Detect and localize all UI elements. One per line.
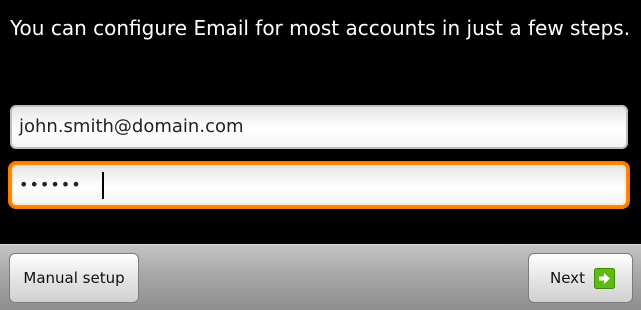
setup-content: You can configure Email for most account…	[0, 0, 641, 244]
manual-setup-label: Manual setup	[23, 269, 125, 287]
password-field[interactable]: ••••••	[10, 163, 628, 207]
password-value: ••••••	[19, 175, 82, 194]
email-field[interactable]: john.smith@domain.com	[10, 105, 628, 149]
next-button[interactable]: Next	[528, 253, 633, 303]
email-value: john.smith@domain.com	[19, 116, 244, 137]
text-cursor	[102, 172, 104, 199]
button-bar: Manual setup Next	[0, 244, 641, 310]
intro-text: You can configure Email for most account…	[10, 16, 631, 40]
next-arrow-icon	[593, 267, 615, 289]
manual-setup-button[interactable]: Manual setup	[9, 253, 139, 303]
next-label: Next	[550, 269, 585, 287]
email-setup-screen: You can configure Email for most account…	[0, 0, 641, 310]
